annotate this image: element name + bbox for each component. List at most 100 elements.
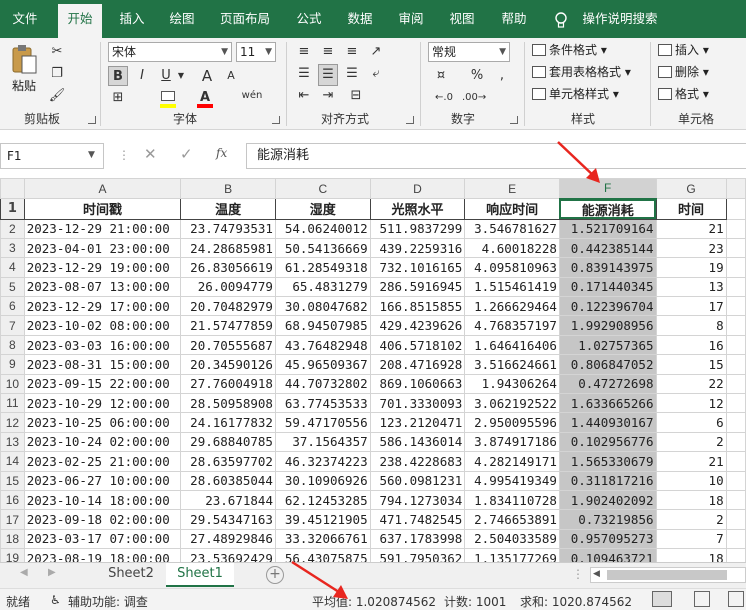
cell-f5[interactable]: 0.171440345	[558, 276, 657, 298]
cell-f19[interactable]: 0.109463721	[558, 548, 657, 562]
cell-e18[interactable]: 2.504033589	[464, 528, 560, 550]
normal-view-icon[interactable]	[652, 591, 672, 607]
cell-g10[interactable]: 22	[655, 373, 727, 395]
cell-f9[interactable]: 0.806847052	[558, 354, 657, 375]
chevron-down-icon[interactable]: ▼	[176, 66, 186, 86]
align-left-icon[interactable]: ☰	[294, 64, 314, 84]
cell-d8[interactable]: 406.5718102	[369, 334, 466, 356]
cell-g18[interactable]: 7	[655, 528, 727, 550]
cell-c7[interactable]: 68.94507985	[274, 315, 371, 336]
wrap-text-icon[interactable]: ⤶	[366, 64, 386, 84]
insert-function-button[interactable]: fx	[216, 146, 227, 160]
align-top-icon[interactable]: ≡	[294, 42, 314, 62]
row-header[interactable]: 10	[0, 373, 25, 395]
align-right-icon[interactable]: ☰	[342, 64, 362, 84]
cell-a15[interactable]: 2023-06-27 10:00:00	[23, 470, 182, 491]
percent-button[interactable]: %	[468, 66, 486, 86]
cell-d11[interactable]: 701.3330093	[369, 393, 466, 414]
cell-e6[interactable]: 1.266629464	[464, 296, 560, 317]
row-header[interactable]: 14	[0, 451, 25, 472]
column-header-g[interactable]: G	[655, 178, 727, 199]
column-header-a[interactable]: A	[23, 178, 182, 199]
cell-g15[interactable]: 10	[655, 470, 727, 491]
formula-input[interactable]: 能源消耗	[246, 143, 746, 169]
cell-b18[interactable]: 27.48929846	[180, 528, 276, 550]
page-break-view-icon[interactable]	[728, 591, 744, 607]
align-middle-icon[interactable]: ≡	[318, 42, 338, 62]
cell-a4[interactable]: 2023-12-29 19:00:00	[23, 257, 182, 278]
cell-f12[interactable]: 1.440930167	[558, 412, 657, 433]
cell-a7[interactable]: 2023-10-02 08:00:00	[23, 315, 182, 336]
cell-f15[interactable]: 0.311817216	[558, 470, 657, 491]
accessibility-icon[interactable]: ♿	[50, 593, 61, 607]
worksheet-grid[interactable]: A B C D E F G 1 时间戳 温度 湿度 光照水平 响应时间 能源消耗…	[0, 178, 746, 562]
cell-e9[interactable]: 3.516624661	[464, 354, 560, 375]
cell-b9[interactable]: 20.34590126	[180, 354, 276, 375]
scroll-right-icon[interactable]: ▶	[48, 567, 56, 578]
cell-b1[interactable]: 温度	[180, 198, 276, 220]
row-header[interactable]: 11	[0, 393, 25, 414]
cell-h18[interactable]	[725, 528, 746, 550]
row-header[interactable]: 5	[0, 276, 25, 298]
cell-e8[interactable]: 1.646416406	[464, 334, 560, 356]
cell-b14[interactable]: 28.63597702	[180, 451, 276, 472]
cell-a19[interactable]: 2023-08-19 18:00:00	[23, 548, 182, 562]
font-color-icon[interactable]: A	[196, 88, 214, 108]
cell-a10[interactable]: 2023-09-15 22:00:00	[23, 373, 182, 395]
align-bottom-icon[interactable]: ≡	[342, 42, 362, 62]
row-header[interactable]: 19	[0, 548, 25, 562]
cell-c16[interactable]: 62.12453285	[274, 489, 371, 511]
cell-d1[interactable]: 光照水平	[369, 198, 466, 220]
tab-home[interactable]: 开始	[58, 4, 102, 38]
underline-button[interactable]: U	[158, 66, 174, 86]
row-header[interactable]: 12	[0, 412, 25, 433]
cell-f16[interactable]: 1.902402092	[558, 489, 657, 511]
cell-e7[interactable]: 4.768357197	[464, 315, 560, 336]
page-layout-view-icon[interactable]	[694, 591, 710, 607]
cell-c11[interactable]: 63.77453533	[274, 393, 371, 414]
cell-h8[interactable]	[725, 334, 746, 356]
cell-g17[interactable]: 2	[655, 509, 727, 530]
tab-view[interactable]: 视图	[440, 0, 484, 38]
cell-d13[interactable]: 586.1436014	[369, 431, 466, 453]
cell-h11[interactable]	[725, 393, 746, 414]
clipboard-launcher-icon[interactable]	[88, 116, 96, 124]
cancel-icon[interactable]: ✕	[144, 145, 157, 163]
cut-icon[interactable]: ✂	[48, 42, 66, 62]
cell-c15[interactable]: 30.10906926	[274, 470, 371, 491]
cell-g1[interactable]: 时间	[655, 198, 727, 220]
cell-b7[interactable]: 21.57477859	[180, 315, 276, 336]
cell-e5[interactable]: 1.515461419	[464, 276, 560, 298]
cell-b6[interactable]: 20.70482979	[180, 296, 276, 317]
format-as-table-button[interactable]: 套用表格格式 ▾	[532, 62, 631, 82]
cell-d18[interactable]: 637.1783998	[369, 528, 466, 550]
row-header[interactable]: 9	[0, 354, 25, 375]
cell-g4[interactable]: 19	[655, 257, 727, 278]
cell-d4[interactable]: 732.1016165	[369, 257, 466, 278]
orientation-icon[interactable]: ↗	[366, 42, 386, 62]
cell-g8[interactable]: 16	[655, 334, 727, 356]
scrollbar-thumb[interactable]	[607, 570, 727, 580]
cell-c13[interactable]: 37.1564357	[274, 431, 371, 453]
font-grow-button[interactable]: A	[198, 66, 216, 86]
cell-c5[interactable]: 65.4831279	[274, 276, 371, 298]
comma-style-icon[interactable]: ,	[494, 66, 510, 86]
cell-e16[interactable]: 1.834110728	[464, 489, 560, 511]
cell-g14[interactable]: 21	[655, 451, 727, 472]
cell-f17[interactable]: 0.73219856	[558, 509, 657, 530]
cell-c17[interactable]: 39.45121905	[274, 509, 371, 530]
decrease-decimal-icon[interactable]: .00→	[462, 88, 486, 108]
cell-c19[interactable]: 56.43075875	[274, 548, 371, 562]
row-header[interactable]: 2	[0, 218, 25, 239]
tab-formulas[interactable]: 公式	[287, 0, 331, 38]
cell-h9[interactable]	[725, 354, 746, 375]
tab-page-layout[interactable]: 页面布局	[212, 0, 278, 38]
cell-a17[interactable]: 2023-09-18 02:00:00	[23, 509, 182, 530]
cell-f4[interactable]: 0.839143975	[558, 257, 657, 278]
cell-a3[interactable]: 2023-04-01 23:00:00	[23, 237, 182, 259]
increase-decimal-icon[interactable]: ←.0	[432, 88, 456, 108]
row-header[interactable]: 1	[0, 198, 25, 220]
cell-h6[interactable]	[725, 296, 746, 317]
cell-a8[interactable]: 2023-03-03 16:00:00	[23, 334, 182, 356]
cell-a2[interactable]: 2023-12-29 21:00:00	[23, 218, 182, 239]
